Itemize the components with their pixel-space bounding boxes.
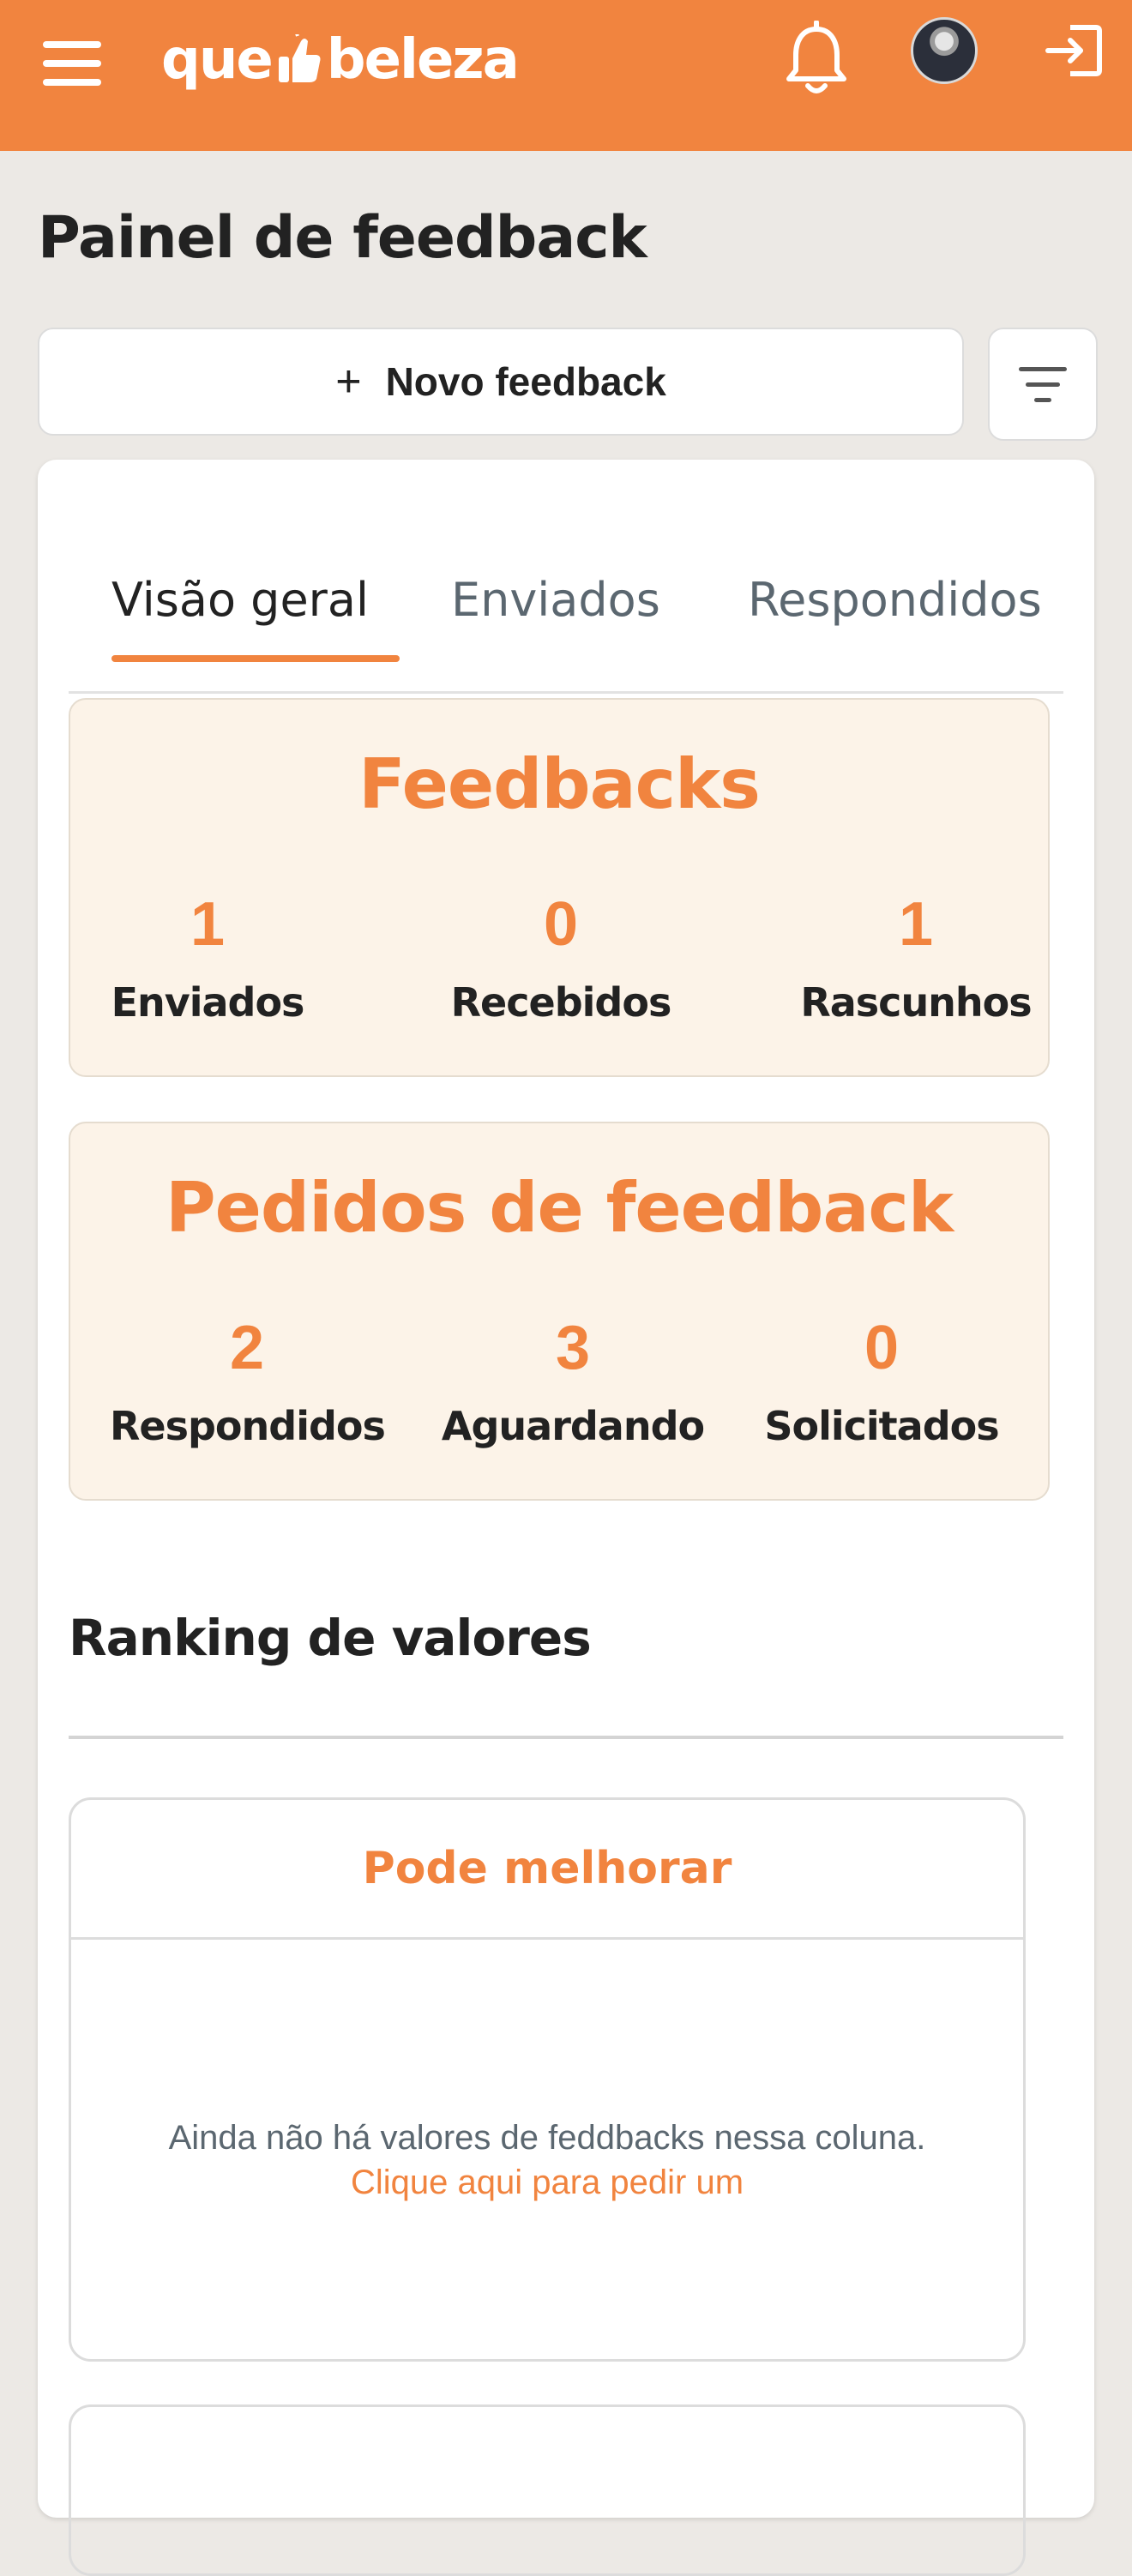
logout-icon[interactable]	[1045, 22, 1105, 79]
ranking-divider	[69, 1736, 1063, 1739]
avatar[interactable]	[911, 17, 978, 84]
filter-button[interactable]	[988, 328, 1098, 441]
filter-icon	[1019, 367, 1067, 371]
requests-summary: Pedidos de feedback 2 Respondidos 3 Agua…	[69, 1122, 1050, 1501]
thumbs-up-icon	[278, 34, 321, 82]
stat-label: Enviados	[111, 979, 305, 1026]
empty-state: Ainda não há valores de feddbacks nessa …	[71, 2116, 1023, 2205]
empty-state-text: Ainda não há valores de feddbacks nessa …	[168, 2119, 926, 2157]
stat-value: 2	[229, 1314, 265, 1382]
stat-rascunhos[interactable]: 1 Rascunhos	[779, 894, 1053, 1026]
tab-respondidos[interactable]: Respondidos	[748, 573, 1042, 627]
new-feedback-label: Novo feedback	[385, 359, 666, 404]
logo[interactable]: que beleza	[161, 19, 520, 101]
stat-value: 0	[864, 1314, 900, 1382]
dashboard-card: Visão geral Enviados Respondidos Feedbac…	[38, 460, 1094, 2576]
new-feedback-button[interactable]: + Novo feedback	[38, 328, 964, 436]
requests-title: Pedidos de feedback	[165, 1168, 954, 1248]
stat-enviados[interactable]: 1 Enviados	[70, 894, 345, 1026]
request-feedback-link[interactable]: Clique aqui para pedir um	[71, 2160, 1023, 2205]
stat-value: 0	[543, 890, 579, 959]
tabs-divider	[69, 691, 1063, 694]
tab-visao-geral[interactable]: Visão geral	[111, 573, 369, 627]
tab-enviados[interactable]: Enviados	[451, 573, 660, 627]
stat-label: Rascunhos	[800, 979, 1032, 1026]
stat-value: 1	[898, 890, 934, 959]
stat-respondidos[interactable]: 2 Respondidos	[110, 1314, 386, 1449]
ranking-column: Pode melhorar Ainda não há valores de fe…	[69, 1797, 1026, 2362]
stat-value: 1	[190, 890, 226, 959]
stat-label: Respondidos	[110, 1403, 386, 1449]
stat-label: Aguardando	[441, 1403, 705, 1449]
stat-value: 3	[555, 1314, 591, 1382]
feedbacks-summary: Feedbacks 1 Enviados 0 Recebidos 1 Rascu…	[69, 698, 1050, 1077]
ranking-column-next	[69, 2404, 1026, 2576]
logo-text-left: que	[161, 28, 274, 92]
stat-recebidos[interactable]: 0 Recebidos	[424, 894, 698, 1026]
active-tab-indicator	[111, 655, 400, 662]
ranking-column-title: Pode melhorar	[71, 1800, 1023, 1940]
top-bar: que beleza	[0, 0, 1132, 151]
stat-aguardando[interactable]: 3 Aguardando	[436, 1317, 710, 1449]
bell-icon[interactable]	[780, 21, 852, 98]
ranking-title: Ranking de valores	[69, 1609, 592, 1667]
plus-icon: +	[335, 357, 362, 406]
page-title: Painel de feedback	[38, 204, 647, 272]
stat-label: Recebidos	[450, 979, 672, 1026]
menu-icon[interactable]	[39, 38, 110, 99]
feedbacks-title: Feedbacks	[358, 744, 761, 824]
logo-text-right: beleza	[326, 28, 520, 92]
stat-solicitados[interactable]: 0 Solicitados	[744, 1317, 1019, 1449]
stat-label: Solicitados	[764, 1403, 999, 1449]
